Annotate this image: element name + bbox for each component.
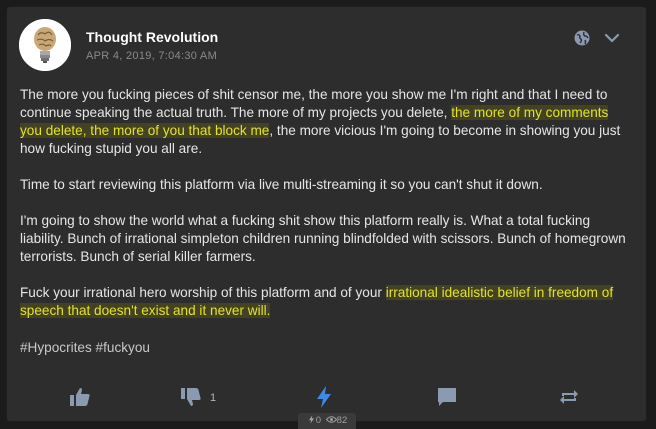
paragraph-text: Fuck your irrational hero worship of thi… [20,285,386,300]
paragraph-1: The more you fucking pieces of shit cens… [20,86,632,158]
chevron-down-icon[interactable] [603,29,621,47]
avatar[interactable] [19,19,71,71]
author-name[interactable]: Thought Revolution [86,29,218,45]
eye-icon [325,416,337,423]
globe-icon [574,30,590,46]
hashtags[interactable]: #Hypocrites #fuckyou [20,340,150,355]
comment-icon[interactable] [435,385,459,409]
boost-count: 0 [315,415,322,426]
paragraph-4: Fuck your irrational hero worship of thi… [20,284,632,320]
lightning-icon [308,415,314,424]
thumbs-up-icon[interactable] [68,385,92,409]
repeat-icon[interactable] [557,385,581,409]
post-stats: 0 82 [298,413,356,429]
downvote-count: 1 [210,392,217,404]
view-count: 82 [336,415,348,426]
post-body: The more you fucking pieces of shit cens… [20,86,632,338]
lightning-icon[interactable] [312,385,336,409]
highlighted-text: the more of you that block me [90,123,270,138]
post-timestamp[interactable]: APR 4, 2019, 7:04:30 AM [86,50,217,62]
thumbs-down-icon[interactable] [179,385,203,409]
paragraph-2: Time to start reviewing this platform vi… [20,177,543,192]
post-card: Thought Revolution APR 4, 2019, 7:04:30 … [6,6,647,429]
paragraph-3: I'm going to show the world what a fucki… [20,213,626,264]
